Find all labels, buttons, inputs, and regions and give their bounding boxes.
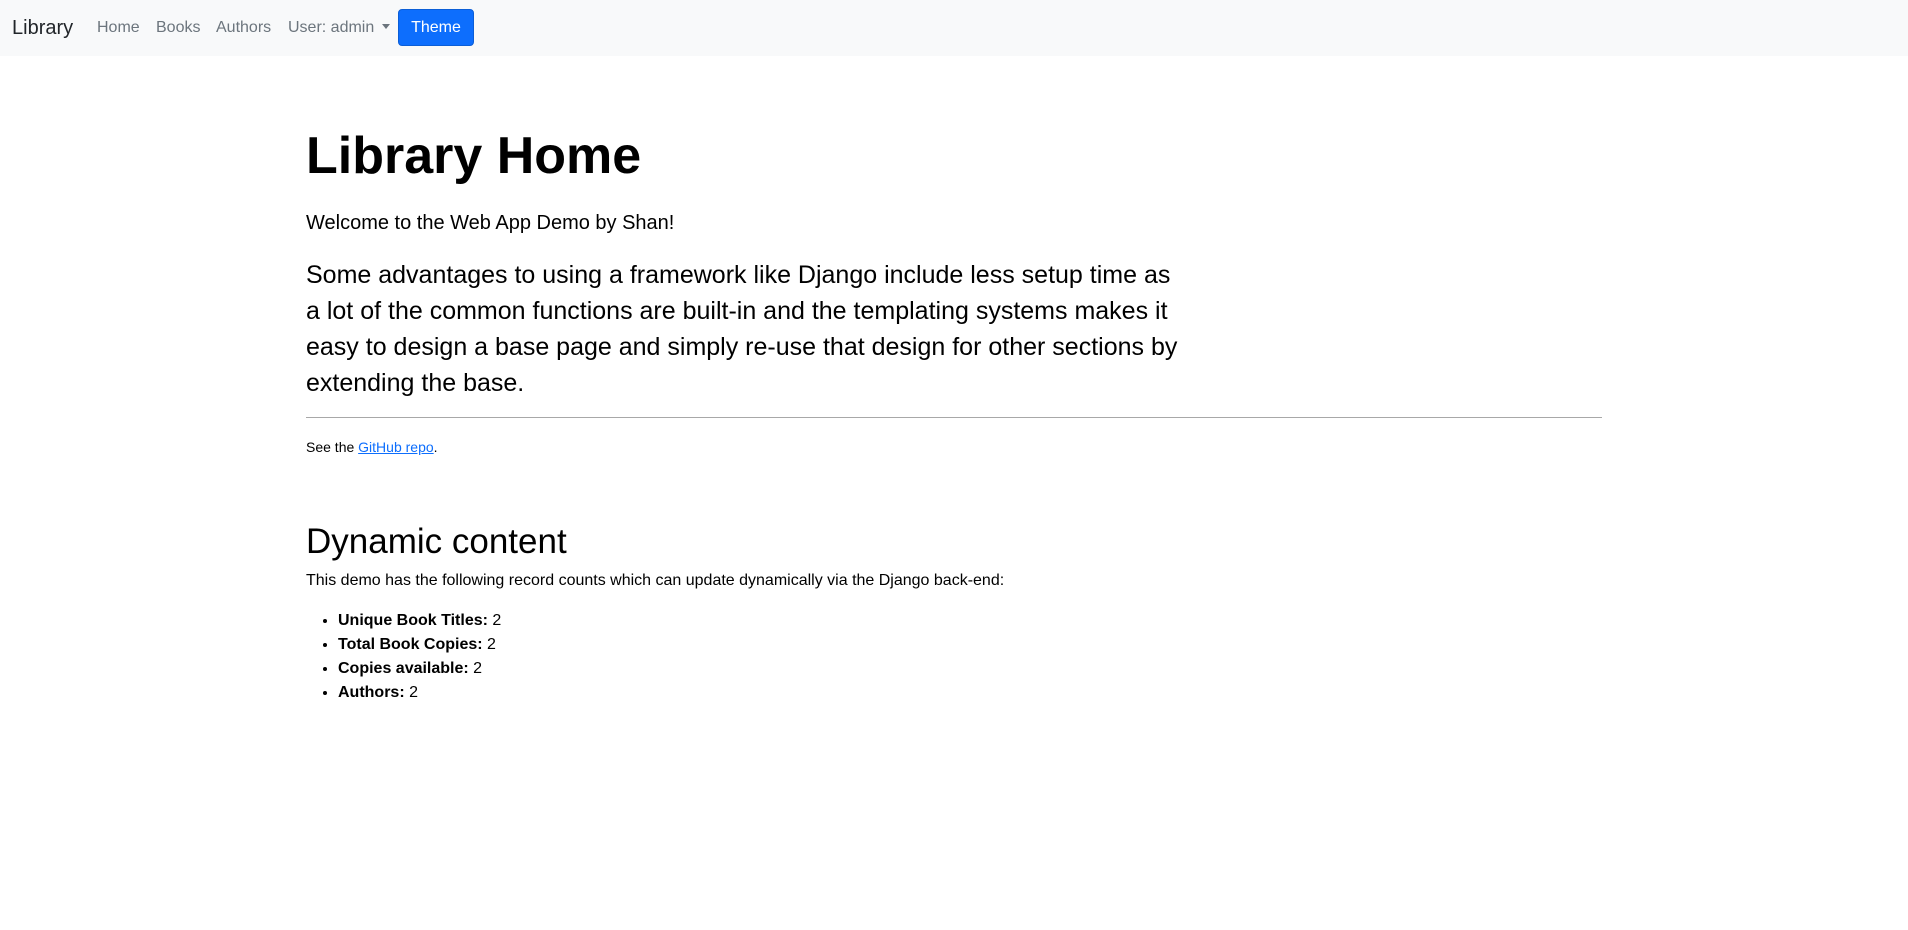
nav-link-books[interactable]: Books xyxy=(156,18,200,38)
record-counts-list: Unique Book Titles: 2 Total Book Copies:… xyxy=(306,609,501,705)
stat-label: Total Book Copies: xyxy=(338,636,483,653)
stat-value: 2 xyxy=(487,636,496,653)
nav-link-authors[interactable]: Authors xyxy=(216,18,271,38)
repo-line: See the GitHub repo. xyxy=(306,438,438,456)
page-title: Library Home xyxy=(306,127,642,185)
welcome-text: Welcome to the Web App Demo by Shan! xyxy=(306,212,675,234)
github-repo-link[interactable]: GitHub repo xyxy=(358,439,433,455)
user-dropdown-label: User: admin xyxy=(288,19,375,36)
stat-value: 2 xyxy=(492,612,502,629)
brand-link[interactable]: Library xyxy=(12,15,73,41)
theme-button[interactable]: Theme xyxy=(398,9,474,46)
stat-label: Authors: xyxy=(338,684,405,701)
stat-label: Copies available: xyxy=(338,660,469,677)
stat-label: Unique Book Titles: xyxy=(338,612,488,629)
stat-value: 2 xyxy=(473,660,483,677)
chevron-down-icon xyxy=(382,24,391,29)
repo-suffix: . xyxy=(433,439,438,455)
list-item-unique-titles: Unique Book Titles: 2 xyxy=(338,609,501,633)
divider xyxy=(306,417,1602,418)
list-item-total-copies: Total Book Copies: 2 xyxy=(338,633,501,657)
repo-prefix: See the xyxy=(306,439,359,455)
user-dropdown-toggle[interactable]: User: admin xyxy=(288,18,391,38)
nav-link-home[interactable]: Home xyxy=(97,18,140,38)
dynamic-content-title: Dynamic content xyxy=(306,522,567,561)
dynamic-content-text: This demo has the following record count… xyxy=(306,572,1005,589)
navbar: Library Home Books Authors User: admin T… xyxy=(0,0,1908,56)
list-item-authors: Authors: 2 xyxy=(338,681,501,705)
stat-value: 2 xyxy=(409,684,419,701)
list-item-copies-available: Copies available: 2 xyxy=(338,657,501,681)
lead-paragraph: Some advantages to using a framework lik… xyxy=(306,261,1178,397)
